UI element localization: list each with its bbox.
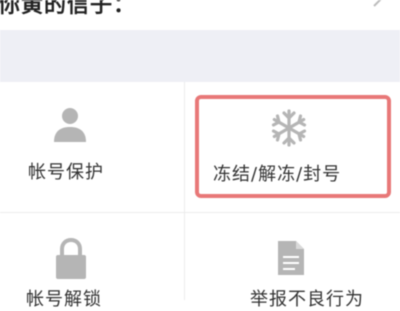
- lock-icon: [53, 237, 89, 279]
- freeze-unfreeze-label: 冻结/解冻/封号: [213, 164, 342, 185]
- account-unlock-label: 帐号解锁: [26, 289, 102, 310]
- account-unlock-item[interactable]: 帐号解锁: [0, 213, 184, 310]
- chevron-right-icon[interactable]: [370, 0, 384, 7]
- report-item[interactable]: 举报不良行为: [185, 213, 400, 310]
- account-protection-item[interactable]: 帐号保护: [0, 82, 184, 212]
- freeze-unfreeze-item[interactable]: 冻结/解冻/封号: [185, 82, 400, 212]
- snowflake-icon: [269, 108, 309, 148]
- account-protection-label: 帐号保护: [28, 162, 104, 183]
- user-icon: [52, 106, 88, 142]
- header: 你黄的信子：: [0, 0, 400, 30]
- service-grid: 帐号保护 冻结/解冻/封号 帐号解锁 举报不良行为: [0, 82, 400, 310]
- header-title: 你黄的信子：: [0, 0, 137, 18]
- document-icon: [275, 239, 307, 277]
- report-label: 举报不良行为: [250, 289, 364, 310]
- section-separator: [0, 30, 400, 82]
